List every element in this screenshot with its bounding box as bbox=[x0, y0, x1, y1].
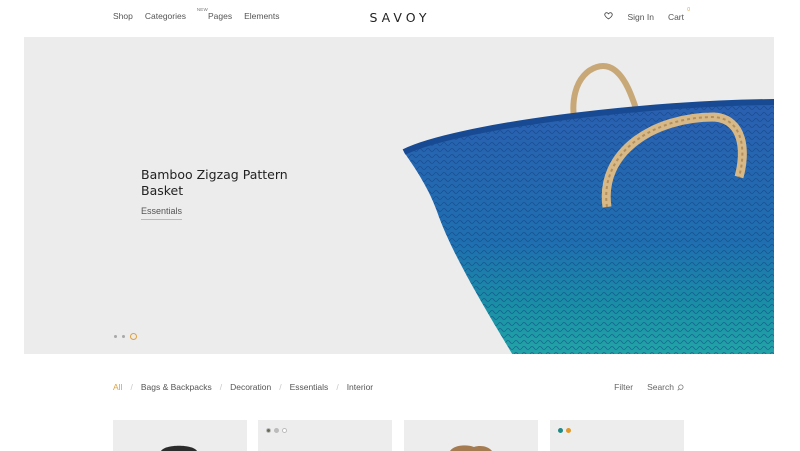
swatch-white[interactable] bbox=[282, 428, 287, 433]
cart-link[interactable]: Cart 0 bbox=[667, 7, 690, 22]
swatch-teal[interactable] bbox=[558, 428, 563, 433]
slider-dot-1[interactable] bbox=[114, 335, 117, 338]
cart-count: 0 bbox=[687, 6, 690, 13]
filter-decoration[interactable]: Decoration bbox=[230, 382, 271, 392]
separator: / bbox=[219, 382, 223, 392]
search-button[interactable]: Search bbox=[647, 382, 684, 392]
filter-interior[interactable]: Interior bbox=[347, 382, 373, 392]
heart-icon bbox=[604, 12, 614, 20]
sign-in-link[interactable]: Sign In bbox=[627, 12, 653, 22]
wishlist-button[interactable] bbox=[604, 11, 614, 22]
shop-tools: Filter Search bbox=[614, 382, 684, 392]
separator: / bbox=[336, 382, 339, 392]
search-label: Search bbox=[647, 382, 674, 392]
color-swatches bbox=[266, 428, 287, 433]
product-card-3[interactable] bbox=[404, 420, 538, 451]
site-header: Shop Categories NEW Pages Elements SAVOY… bbox=[0, 0, 800, 36]
hero-slider[interactable]: Bamboo Zigzag Pattern Basket Essentials bbox=[24, 37, 774, 354]
slider-dot-2[interactable] bbox=[122, 335, 125, 338]
filter-all[interactable]: All bbox=[113, 382, 122, 392]
hero-category-link[interactable]: Essentials bbox=[141, 206, 183, 220]
separator: / bbox=[130, 382, 133, 392]
slider-pagination bbox=[114, 333, 137, 340]
filter-essentials[interactable]: Essentials bbox=[290, 382, 329, 392]
account-nav: Sign In Cart 0 bbox=[604, 7, 690, 22]
product-card-4[interactable] bbox=[550, 420, 684, 451]
product-card-1[interactable] bbox=[113, 420, 247, 451]
swatch-grey[interactable] bbox=[274, 428, 279, 433]
separator: / bbox=[279, 382, 282, 392]
filter-bags-backpacks[interactable]: Bags & Backpacks bbox=[141, 382, 212, 392]
cart-label: Cart bbox=[667, 11, 684, 22]
slider-dot-3-active[interactable] bbox=[130, 333, 137, 340]
color-swatches bbox=[558, 428, 571, 433]
basket-image bbox=[402, 63, 774, 354]
swatch-orange[interactable] bbox=[566, 428, 571, 433]
search-icon bbox=[677, 384, 684, 391]
product-image bbox=[450, 445, 492, 451]
product-card-2[interactable] bbox=[258, 420, 392, 451]
hero-title[interactable]: Bamboo Zigzag Pattern Basket bbox=[141, 167, 311, 198]
product-image bbox=[161, 445, 197, 451]
swatch-olive[interactable] bbox=[266, 428, 271, 433]
category-filter-bar: All / Bags & Backpacks / Decoration / Es… bbox=[113, 382, 373, 392]
filter-button[interactable]: Filter bbox=[614, 382, 633, 392]
